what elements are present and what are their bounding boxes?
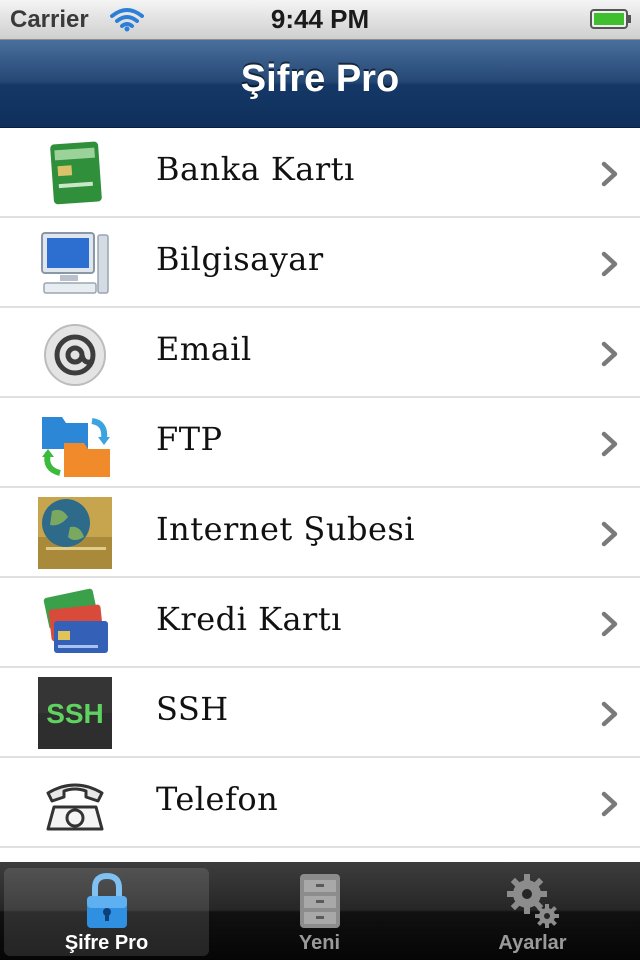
internet-globe-icon xyxy=(38,497,112,569)
list-item-label: Kredi Kartı xyxy=(156,600,342,638)
battery-icon xyxy=(590,9,631,29)
list-item-ftp[interactable]: FTP xyxy=(0,398,640,488)
list-item-ssh[interactable]: SSH SSH xyxy=(0,668,640,758)
list-item-label: Bilgisayar xyxy=(156,240,324,278)
tab-label: Şifre Pro xyxy=(64,932,149,954)
page-title: Şifre Pro xyxy=(240,58,400,100)
list-item-label: Banka Kartı xyxy=(156,150,355,188)
tab-ayarlar[interactable]: Ayarlar xyxy=(426,862,639,960)
cabinet-icon xyxy=(299,874,340,928)
list-item-telefon[interactable]: Telefon xyxy=(0,758,640,848)
chevron-right-icon xyxy=(601,611,618,637)
clock: 9:44 PM xyxy=(270,4,370,34)
chevron-right-icon xyxy=(601,791,618,817)
tab-label: Ayarlar xyxy=(498,932,567,954)
chevron-right-icon xyxy=(601,431,618,457)
list-item-email[interactable]: Email xyxy=(0,308,640,398)
computer-icon xyxy=(41,232,109,294)
ssh-icon-text: SSH xyxy=(46,698,104,729)
list-item-label: SSH xyxy=(156,690,229,728)
category-list: Banka Kartı Bilgisayar Email FTP Interne… xyxy=(0,128,640,848)
tab-label: Yeni xyxy=(298,932,341,954)
gear-icon xyxy=(506,874,559,928)
chevron-right-icon xyxy=(601,161,618,187)
status-bar: Carrier 9:44 PM xyxy=(0,0,640,40)
chevron-right-icon xyxy=(601,341,618,367)
chevron-right-icon xyxy=(601,521,618,547)
lock-icon xyxy=(86,872,127,928)
tab-yeni[interactable]: Yeni xyxy=(213,862,426,960)
credit-cards-icon xyxy=(43,588,108,653)
ftp-folder-icon xyxy=(42,417,110,477)
bank-card-icon xyxy=(50,141,102,205)
navigation-bar: Şifre Pro xyxy=(0,40,640,128)
list-item-bilgisayar[interactable]: Bilgisayar xyxy=(0,218,640,308)
chevron-right-icon xyxy=(601,251,618,277)
list-item-label: Email xyxy=(156,330,252,368)
tab-sifre-pro[interactable]: Şifre Pro xyxy=(0,862,213,960)
list-item-label: Internet Şubesi xyxy=(156,510,416,548)
tab-bar: Şifre Pro Yeni Ayarlar xyxy=(0,862,640,960)
list-item-banka-karti[interactable]: Banka Kartı xyxy=(0,128,640,218)
list-item-label: Telefon xyxy=(156,780,279,818)
chevron-right-icon xyxy=(601,701,618,727)
list-item-internet-subesi[interactable]: Internet Şubesi xyxy=(0,488,640,578)
email-at-icon xyxy=(44,324,106,386)
ssh-terminal-icon: SSH xyxy=(38,677,112,749)
telephone-icon xyxy=(46,783,104,831)
list-item-kredi-karti[interactable]: Kredi Kartı xyxy=(0,578,640,668)
list-item-label: FTP xyxy=(156,420,223,458)
